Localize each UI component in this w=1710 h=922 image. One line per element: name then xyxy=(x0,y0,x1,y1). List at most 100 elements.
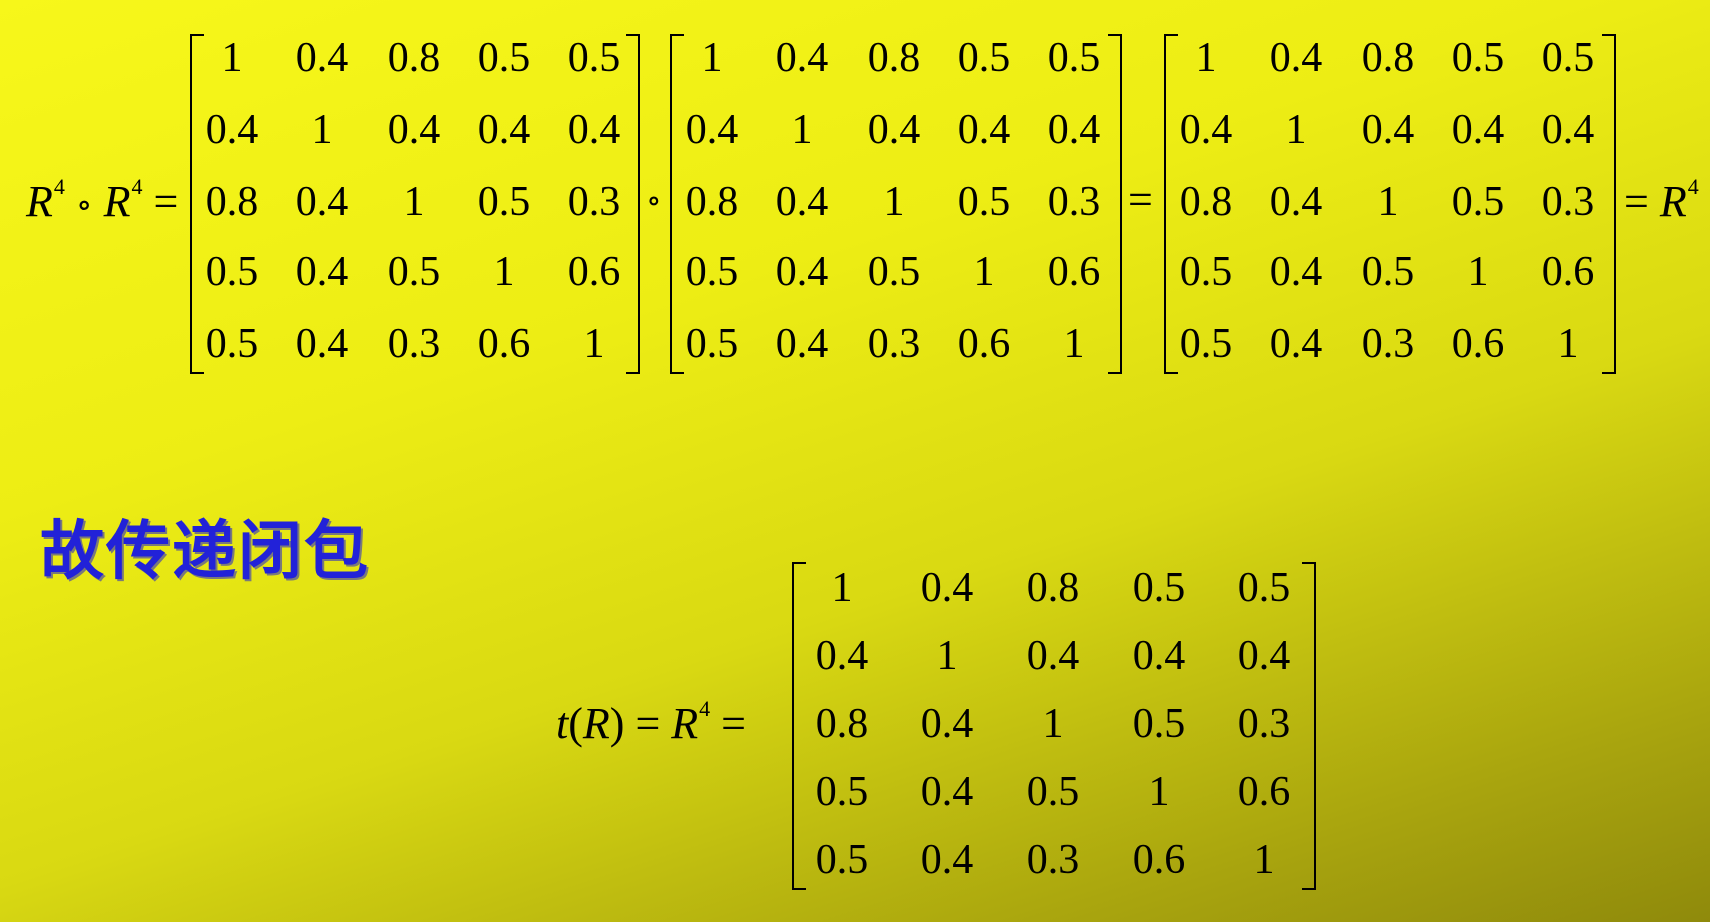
matrix-cell: 1 xyxy=(403,179,425,225)
matrix-cell: 0.6 xyxy=(567,249,621,295)
symbol-R: R xyxy=(671,699,699,748)
matrix-cell: 0.8 xyxy=(685,179,739,225)
symbol-R: R xyxy=(1659,177,1687,226)
matrix-cell: 0.4 xyxy=(1026,633,1080,679)
matrix-cell: 1 xyxy=(311,107,333,153)
matrix-cell: 0.5 xyxy=(1179,249,1233,295)
matrix-cell: 0.4 xyxy=(1451,107,1505,153)
matrix-cell: 0.3 xyxy=(1026,837,1080,883)
exponent: 4 xyxy=(1687,174,1699,199)
matrix-left: 1 0.4 0.8 0.5 0.5 0.4 1 0.4 0.4 0.4 0.8 0.4 1 0.5 0.3 0… xyxy=(190,34,640,374)
matrix-cell: 0.5 xyxy=(1026,769,1080,815)
matrix-cell: 0.3 xyxy=(1361,321,1415,367)
matrix-cell: 0.6 xyxy=(477,321,531,367)
matrix-cell: 1 xyxy=(1195,35,1217,81)
matrix-cell: 0.4 xyxy=(295,35,349,81)
matrix-cell: 0.8 xyxy=(867,35,921,81)
matrix-cell: 0.4 xyxy=(205,107,259,153)
matrix-cell: 1 xyxy=(973,249,995,295)
matrix-cell: 0.4 xyxy=(295,249,349,295)
matrix-cell: 0.6 xyxy=(957,321,1011,367)
matrix-cell: 0.4 xyxy=(685,107,739,153)
matrix-cell: 1 xyxy=(583,321,605,367)
matrix-cell: 0.5 xyxy=(1541,35,1595,81)
matrix-cell: 0.4 xyxy=(957,107,1011,153)
matrix-cell: 0.8 xyxy=(1361,35,1415,81)
matrix-cell: 0.5 xyxy=(1237,565,1291,611)
matrix-cell: 0.6 xyxy=(1047,249,1101,295)
matrix-cell: 0.4 xyxy=(1269,179,1323,225)
equals-sign: = xyxy=(1624,177,1649,226)
matrix-cell: 0.5 xyxy=(205,321,259,367)
matrix-cell: 0.5 xyxy=(1132,565,1186,611)
matrix-cell: 1 xyxy=(1467,249,1489,295)
bottom-lhs: t(R) = R4 = xyxy=(556,698,746,746)
matrix-cell: 1 xyxy=(936,633,958,679)
matrix-cell: 0.5 xyxy=(815,837,869,883)
matrix-cell: 0.5 xyxy=(815,769,869,815)
matrix-cell: 0.4 xyxy=(567,107,621,153)
matrix-cell: 0.4 xyxy=(387,107,441,153)
symbol-R: R xyxy=(26,177,53,226)
matrix-cell: 0.8 xyxy=(815,701,869,747)
matrix-cell: 0.5 xyxy=(685,249,739,295)
symbol-R: R xyxy=(582,699,610,748)
matrix-cell: 0.4 xyxy=(477,107,531,153)
matrix-cell: 0.4 xyxy=(1361,107,1415,153)
matrix-cell: 0.8 xyxy=(1179,179,1233,225)
equals-sign: = xyxy=(153,177,179,226)
matrix-cell: 0.5 xyxy=(685,321,739,367)
matrix-cell: 0.4 xyxy=(1269,35,1323,81)
matrix-cell: 0.8 xyxy=(1026,565,1080,611)
equals-sign: = xyxy=(721,699,746,748)
matrix-cell: 0.5 xyxy=(1451,179,1505,225)
exponent: 4 xyxy=(699,696,711,721)
matrix-cell: 1 xyxy=(831,565,853,611)
exponent: 4 xyxy=(53,174,65,199)
matrix-cell: 0.4 xyxy=(815,633,869,679)
equals-sign: = xyxy=(1128,175,1153,224)
matrix-cell: 1 xyxy=(1148,769,1170,815)
matrix-cell: 0.4 xyxy=(920,769,974,815)
close-paren: ) xyxy=(609,699,625,748)
matrix-cell: 1 xyxy=(221,35,243,81)
matrix-cell: 1 xyxy=(1253,837,1275,883)
matrix-cell: 1 xyxy=(1285,107,1307,153)
matrix-cell: 0.5 xyxy=(477,35,531,81)
matrix-cell: 1 xyxy=(1042,701,1064,747)
top-rhs: = R4 xyxy=(1624,176,1699,224)
matrix-cell: 0.4 xyxy=(920,837,974,883)
matrix-cell: 0.4 xyxy=(295,179,349,225)
compose-operator: ∘ xyxy=(75,187,93,224)
symbol-t: t xyxy=(556,699,569,748)
matrix-cell: 0.8 xyxy=(387,35,441,81)
symbol-R: R xyxy=(103,177,131,226)
matrix-cell: 1 xyxy=(701,35,723,81)
matrix-cell: 0.5 xyxy=(957,35,1011,81)
matrix-cell: 0.4 xyxy=(1132,633,1186,679)
matrix-cell: 0.5 xyxy=(957,179,1011,225)
matrix-cell: 0.3 xyxy=(387,321,441,367)
matrix-cell: 0.5 xyxy=(1047,35,1101,81)
matrix-cell: 1 xyxy=(1377,179,1399,225)
matrix-cell: 0.5 xyxy=(567,35,621,81)
matrix-cell: 0.8 xyxy=(205,179,259,225)
matrix-cell: 0.3 xyxy=(867,321,921,367)
matrix-cell: 0.6 xyxy=(1541,249,1595,295)
matrix-cell: 0.4 xyxy=(1269,249,1323,295)
matrix-cell: 0.5 xyxy=(1451,35,1505,81)
matrix-cell: 0.3 xyxy=(1237,701,1291,747)
equals-sign: = xyxy=(635,699,661,748)
matrix-cell: 0.4 xyxy=(1237,633,1291,679)
matrix-cell: 0.5 xyxy=(205,249,259,295)
matrix-cell: 0.3 xyxy=(1047,179,1101,225)
matrix-cell: 0.4 xyxy=(920,565,974,611)
matrix-cell: 0.3 xyxy=(1541,179,1595,225)
matrix-cell: 0.4 xyxy=(1541,107,1595,153)
heading-transitive-closure: 故传递闭包 xyxy=(40,515,370,589)
matrix-cell: 0.3 xyxy=(567,179,621,225)
top-lhs: R4 ∘ R4 = xyxy=(26,176,178,224)
open-paren: ( xyxy=(568,699,583,748)
matrix-cell: 0.5 xyxy=(387,249,441,295)
compose-operator-between: ∘ xyxy=(646,182,662,218)
